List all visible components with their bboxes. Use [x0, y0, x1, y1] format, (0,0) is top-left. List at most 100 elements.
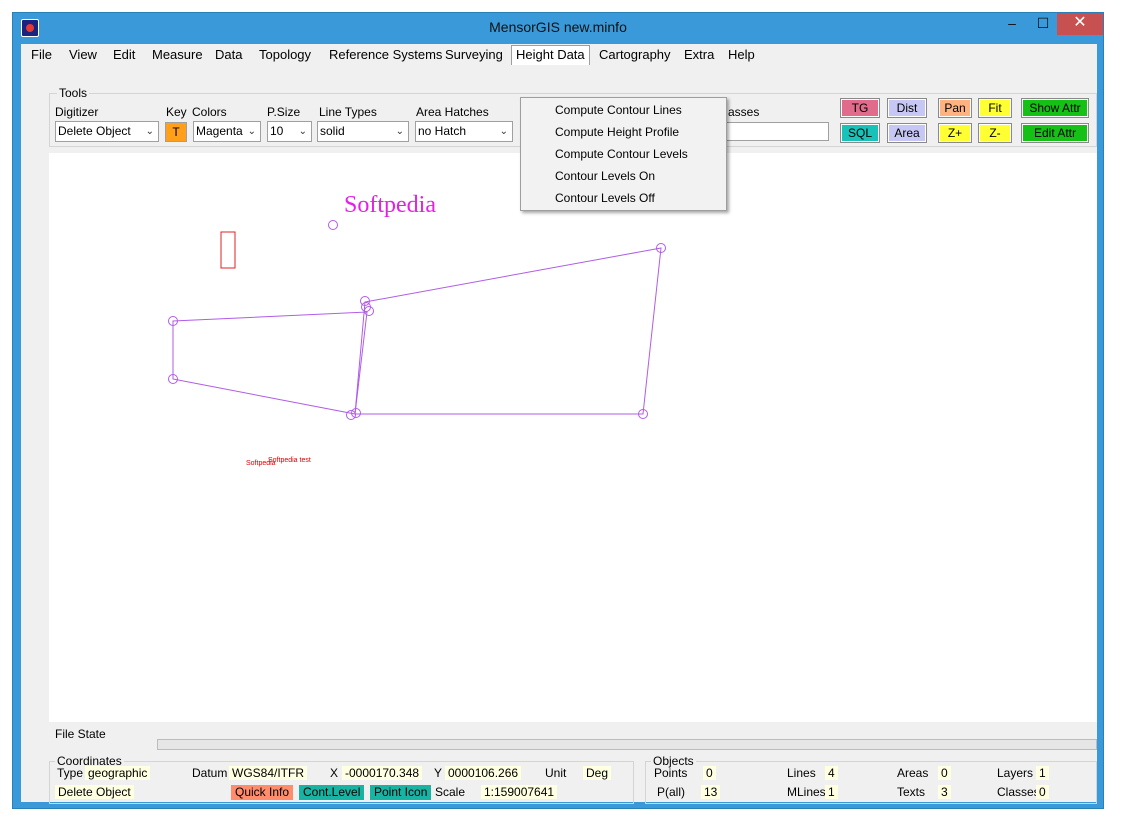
- linetypes-value: solid: [320, 124, 345, 138]
- app-window: MensorGIS new.minfo – ☐ ✕ File View Edit…: [12, 12, 1104, 809]
- areas-label: Areas: [897, 766, 929, 780]
- hatches-select[interactable]: no Hatch ⌄: [415, 121, 513, 142]
- layers-label: Layers: [997, 766, 1034, 780]
- menu-file[interactable]: File: [27, 47, 56, 65]
- menu-contour-levels-off[interactable]: Contour Levels Off: [555, 187, 655, 209]
- chevron-down-icon: ⌄: [247, 126, 256, 137]
- colors-value: Magenta: [196, 124, 243, 138]
- menu-reference-systems[interactable]: Reference Systems: [325, 47, 446, 65]
- map-vertex[interactable]: [328, 220, 338, 230]
- map-vertex-group: [168, 220, 666, 420]
- datum-value: WGS84/ITFR: [229, 766, 308, 780]
- area-button[interactable]: Area: [887, 123, 927, 143]
- tg-button[interactable]: TG: [840, 98, 880, 118]
- x-label: X: [330, 766, 339, 780]
- map-vertex[interactable]: [351, 408, 361, 418]
- file-state-bar: [157, 739, 1097, 750]
- menu-compute-height-profile[interactable]: Compute Height Profile: [555, 121, 679, 143]
- scale-label: Scale: [435, 785, 466, 799]
- x-value: -0000170.348: [342, 766, 423, 780]
- texts-label: Texts: [897, 785, 926, 799]
- edit-attr-button[interactable]: Edit Attr: [1021, 123, 1089, 143]
- classes-label: asses: [728, 105, 760, 119]
- unit-value: Deg: [583, 766, 612, 780]
- zoom-out-button[interactable]: Z-: [978, 123, 1012, 143]
- hatches-value: no Hatch: [418, 124, 467, 138]
- menu-edit[interactable]: Edit: [109, 47, 139, 65]
- psize-select[interactable]: 10 ⌄: [267, 121, 312, 142]
- hatches-label: Area Hatches: [416, 105, 489, 119]
- menu-compute-contour-lines[interactable]: Compute Contour Lines: [555, 99, 682, 121]
- zoom-in-button[interactable]: Z+: [938, 123, 972, 143]
- type-label: Type: [57, 766, 84, 780]
- unit-label: Unit: [545, 766, 567, 780]
- map-canvas[interactable]: Softpedia Softpedia Softpedia test: [49, 153, 1097, 722]
- digitizer-label: Digitizer: [55, 105, 99, 119]
- key-button[interactable]: T: [165, 122, 187, 142]
- areas-value: 0: [938, 766, 951, 780]
- map-geometry[interactable]: [49, 153, 1097, 722]
- file-state-label: File State: [55, 727, 106, 741]
- minimize-icon[interactable]: –: [997, 13, 1027, 35]
- dist-button[interactable]: Dist: [887, 98, 927, 118]
- point-icon-button[interactable]: Point Icon: [370, 785, 432, 800]
- mlines-value: 1: [825, 785, 838, 799]
- y-value: 0000106.266: [445, 766, 522, 780]
- chevron-down-icon: ⌄: [145, 126, 154, 137]
- mlines-label: MLines: [787, 785, 826, 799]
- menu-measure[interactable]: Measure: [148, 47, 207, 65]
- classes-count-label: Classes: [997, 785, 1040, 799]
- key-label: Key: [166, 105, 187, 119]
- close-icon[interactable]: ✕: [1057, 13, 1103, 35]
- maximize-icon[interactable]: ☐: [1028, 13, 1058, 35]
- map-vertex[interactable]: [346, 410, 356, 420]
- colors-label: Colors: [192, 105, 227, 119]
- window-title: MensorGIS new.minfo: [489, 19, 627, 35]
- sql-button[interactable]: SQL: [840, 123, 880, 143]
- datum-label: Datum: [192, 766, 228, 780]
- menu-compute-contour-levels[interactable]: Compute Contour Levels: [555, 143, 688, 165]
- psize-value: 10: [270, 124, 284, 138]
- map-rectangle[interactable]: [220, 231, 236, 269]
- menu-extra[interactable]: Extra: [680, 47, 718, 65]
- mode-value: Delete Object: [55, 785, 134, 799]
- map-text-small-2[interactable]: Softpedia test: [268, 457, 311, 464]
- pan-button[interactable]: Pan: [938, 98, 972, 118]
- menu-height-data[interactable]: Height Data: [511, 45, 590, 65]
- type-value: geographic: [85, 766, 151, 780]
- points-value: 0: [703, 766, 716, 780]
- fit-button[interactable]: Fit: [978, 98, 1012, 118]
- menu-topology[interactable]: Topology: [255, 47, 315, 65]
- menu-cartography[interactable]: Cartography: [595, 47, 675, 65]
- menu-data[interactable]: Data: [211, 47, 246, 65]
- points-label: Points: [654, 766, 688, 780]
- pall-label: P(all): [657, 785, 686, 799]
- psize-label: P.Size: [267, 105, 301, 119]
- linetypes-label: Line Types: [319, 105, 377, 119]
- classes-count-value: 0: [1036, 785, 1049, 799]
- chevron-down-icon: ⌄: [395, 126, 404, 137]
- menu-view[interactable]: View: [65, 47, 101, 65]
- y-label: Y: [434, 766, 443, 780]
- texts-value: 3: [938, 785, 951, 799]
- show-attr-button[interactable]: Show Attr: [1021, 98, 1089, 118]
- menu-contour-levels-on[interactable]: Contour Levels On: [555, 165, 655, 187]
- classes-field[interactable]: [711, 122, 829, 141]
- pall-value: 13: [701, 785, 721, 799]
- client-area: File View Edit Measure Data Topology Ref…: [21, 44, 1097, 804]
- colors-select[interactable]: Magenta ⌄: [193, 121, 261, 142]
- map-polygon-right[interactable]: [354, 247, 662, 415]
- map-polygon-left[interactable]: [172, 311, 368, 415]
- digitizer-select[interactable]: Delete Object ⌄: [55, 121, 159, 142]
- menu-help[interactable]: Help: [724, 47, 759, 65]
- cont-level-button[interactable]: Cont.Level: [299, 785, 365, 800]
- tools-group-label: Tools: [57, 86, 90, 100]
- title-bar: MensorGIS new.minfo – ☐ ✕: [13, 13, 1103, 43]
- height-data-menu: Compute Contour Lines Compute Height Pro…: [520, 97, 727, 211]
- linetypes-select[interactable]: solid ⌄: [317, 121, 409, 142]
- lines-value: 4: [825, 766, 838, 780]
- chevron-down-icon: ⌄: [298, 126, 307, 137]
- digitizer-value: Delete Object: [58, 124, 131, 138]
- quick-info-button[interactable]: Quick Info: [231, 785, 294, 800]
- menu-surveying[interactable]: Surveying: [441, 47, 507, 65]
